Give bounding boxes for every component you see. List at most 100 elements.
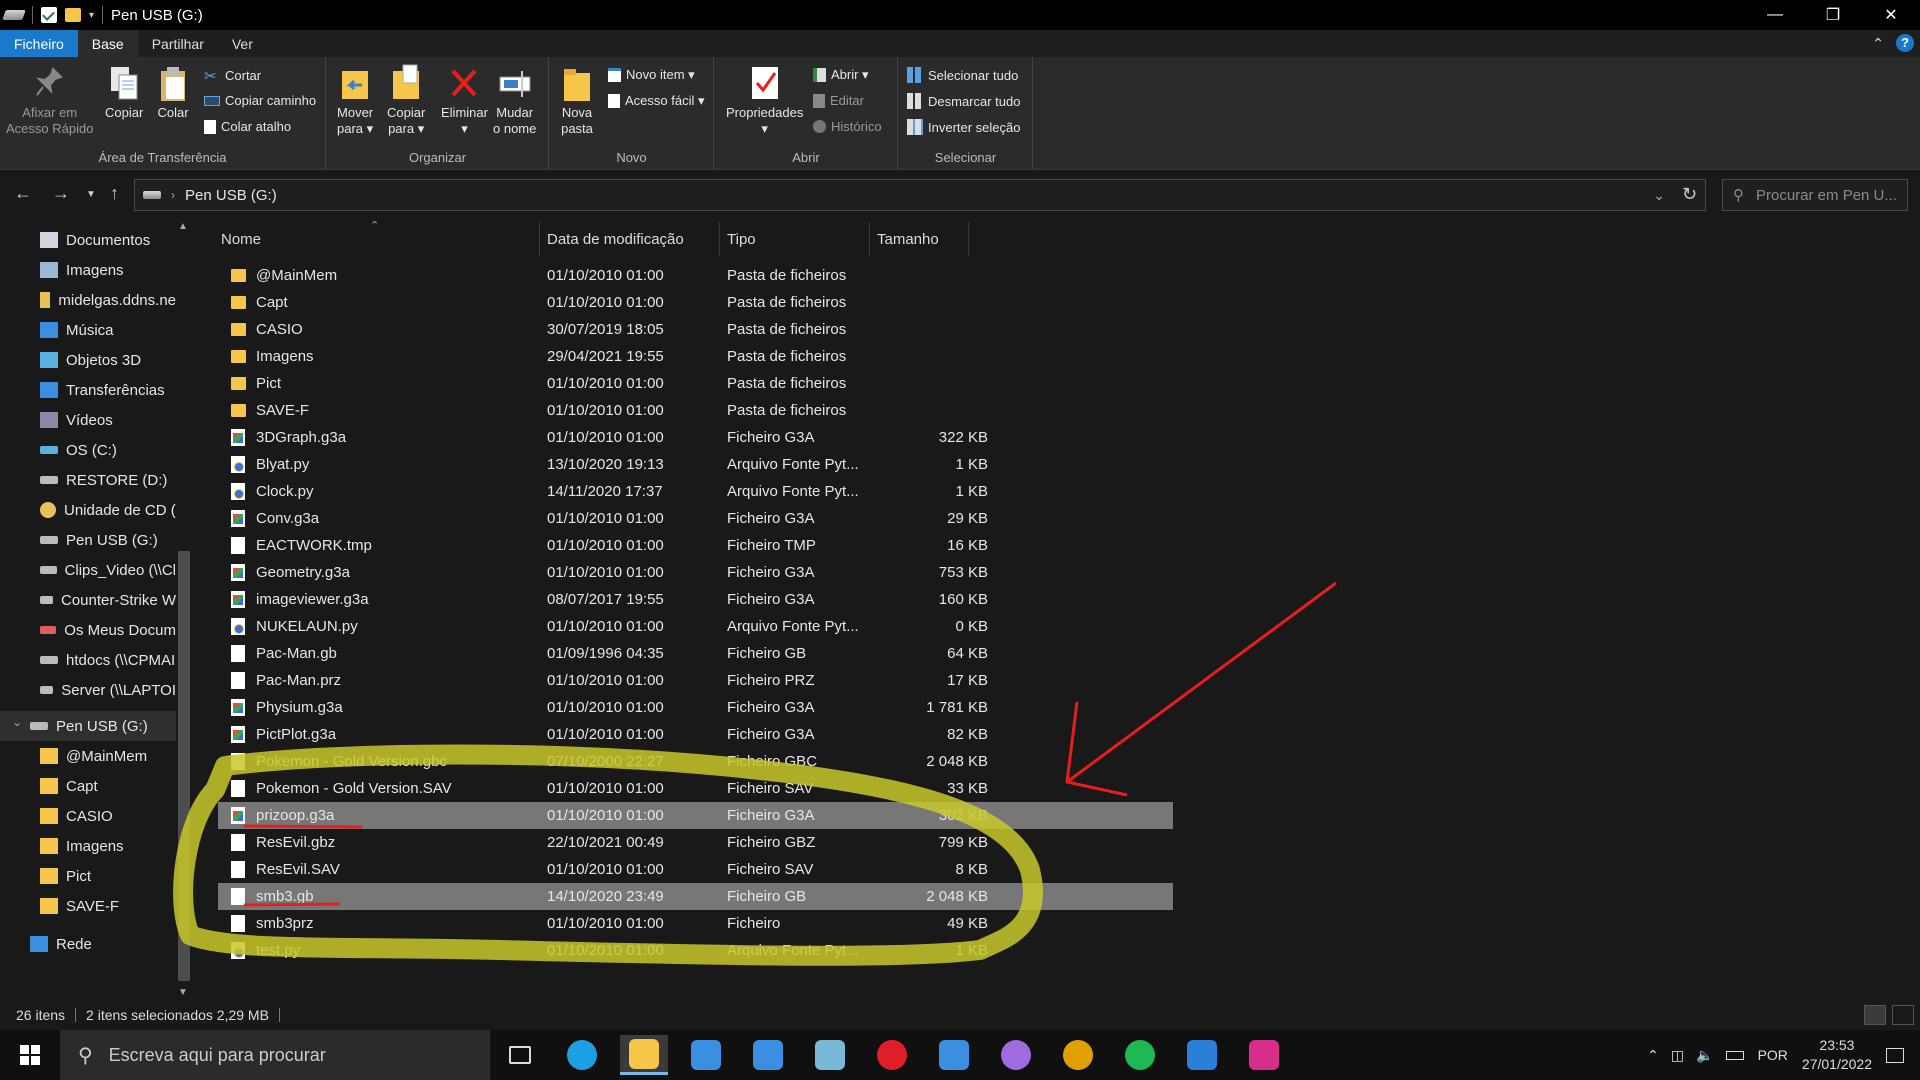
nav-item[interactable]: htdocs (\\CPMAI xyxy=(0,645,176,675)
file-row[interactable]: imageviewer.g3a 08/07/2017 19:55 Ficheiro … xyxy=(218,586,1173,613)
easy-access-button[interactable]: Acesso fácil ▾ xyxy=(608,93,705,109)
nav-item[interactable]: Pen USB (G:) xyxy=(0,525,176,555)
taskbar-app[interactable] xyxy=(930,1035,978,1075)
search-box[interactable]: ⚲ Procurar em Pen U... xyxy=(1722,179,1908,211)
breadcrumb-location[interactable]: Pen USB (G:) xyxy=(185,187,277,204)
language-indicator[interactable]: POR xyxy=(1758,1047,1788,1063)
nav-item[interactable]: OS (C:) xyxy=(0,435,176,465)
file-row[interactable]: Clock.py 14/11/2020 17:37 Arquivo Fonte Py… xyxy=(218,478,1173,505)
file-row[interactable]: ResEvil.SAV 01/10/2010 01:00 Ficheiro SAV 8… xyxy=(218,856,1173,883)
rename-button[interactable]: Mudar o nome xyxy=(493,63,536,137)
navigation-scrollbar[interactable]: ▲ ▼ xyxy=(176,219,192,1000)
details-view-icon[interactable] xyxy=(1864,1005,1886,1025)
battery-icon[interactable] xyxy=(1725,1050,1744,1060)
nav-item[interactable]: Objetos 3D xyxy=(0,345,176,375)
taskbar-app[interactable] xyxy=(1178,1035,1226,1075)
nav-item[interactable]: Transferências xyxy=(0,375,176,405)
customize-toolbar-chevron-icon[interactable]: ▾ xyxy=(89,10,94,21)
new-folder-button[interactable]: Nova pasta xyxy=(560,63,594,137)
new-folder-quick-icon[interactable] xyxy=(65,8,81,22)
delete-button[interactable]: Eliminar ▾ xyxy=(441,63,488,137)
file-row[interactable]: test.py 01/10/2010 01:00 Arquivo Fonte Pyt… xyxy=(218,937,1173,964)
taskbar-app[interactable] xyxy=(868,1035,916,1075)
nav-item[interactable]: Capt xyxy=(0,771,176,801)
file-row[interactable]: @MainMem 01/10/2010 01:00 Pasta de ficheir… xyxy=(218,262,1173,289)
volume-icon[interactable]: 🔈 xyxy=(1696,1047,1713,1064)
nav-item[interactable]: Server (\\LAPTOI xyxy=(0,675,176,705)
help-icon[interactable]: ? xyxy=(1896,34,1914,52)
column-divider[interactable] xyxy=(869,222,870,256)
clock[interactable]: 23:53 27/01/2022 xyxy=(1802,1036,1872,1074)
taskbar-app[interactable] xyxy=(1054,1035,1102,1075)
show-hidden-icons-chevron-icon[interactable]: ⌃ xyxy=(1647,1047,1659,1064)
file-row[interactable]: ResEvil.gbz 22/10/2021 00:49 Ficheiro GBZ 7… xyxy=(218,829,1173,856)
close-button[interactable]: ✕ xyxy=(1862,0,1920,30)
file-row[interactable]: Geometry.g3a 01/10/2010 01:00 Ficheiro G3A… xyxy=(218,559,1173,586)
file-row[interactable]: prizoop.g3a 01/10/2010 01:00 Ficheiro G3A 3… xyxy=(218,802,1173,829)
column-header-date[interactable]: Data de modificação xyxy=(547,219,717,259)
move-to-button[interactable]: Mover para ▾ xyxy=(337,63,373,137)
file-row[interactable]: Conv.g3a 01/10/2010 01:00 Ficheiro G3A 29 K… xyxy=(218,505,1173,532)
open-button[interactable]: Abrir ▾ xyxy=(813,67,869,83)
address-bar[interactable]: › Pen USB (G:) ⌄ xyxy=(134,179,1706,211)
file-row[interactable]: NUKELAUN.py 01/10/2010 01:00 Arquivo Fonte… xyxy=(218,613,1173,640)
minimize-button[interactable]: — xyxy=(1746,0,1804,30)
file-row[interactable]: EACTWORK.tmp 01/10/2010 01:00 Ficheiro TMP… xyxy=(218,532,1173,559)
taskbar-app[interactable] xyxy=(496,1035,544,1075)
nav-item[interactable]: Imagens xyxy=(0,255,176,285)
file-row[interactable]: Pac-Man.prz 01/10/2010 01:00 Ficheiro PRZ 1… xyxy=(218,667,1173,694)
taskbar-search[interactable]: ⚲ Escreva aqui para procurar xyxy=(60,1030,490,1080)
file-row[interactable]: Pict 01/10/2010 01:00 Pasta de ficheiros xyxy=(218,370,1173,397)
nav-item[interactable]: Pict xyxy=(0,861,176,891)
taskbar-app[interactable] xyxy=(558,1035,606,1075)
refresh-icon[interactable]: ↻ xyxy=(1682,184,1697,205)
select-all-button[interactable]: Selecionar tudo xyxy=(907,67,1018,83)
scrollbar-thumb[interactable] xyxy=(178,551,190,981)
history-button[interactable]: Histórico xyxy=(813,119,882,134)
taskbar-app[interactable] xyxy=(1116,1035,1164,1075)
recent-locations-chevron-icon[interactable]: ▼ xyxy=(86,189,96,200)
large-icons-view-icon[interactable] xyxy=(1892,1005,1914,1025)
nav-item[interactable]: Vídeos xyxy=(0,405,176,435)
select-none-button[interactable]: Desmarcar tudo xyxy=(907,93,1020,109)
taskbar-app[interactable] xyxy=(682,1035,730,1075)
nav-item[interactable]: SAVE-F xyxy=(0,891,176,921)
column-header-type[interactable]: Tipo xyxy=(727,219,867,259)
collapse-ribbon-icon[interactable]: ⌃ xyxy=(1872,35,1884,52)
invert-selection-button[interactable]: Inverter seleção xyxy=(907,119,1021,135)
nav-item[interactable]: Clips_Video (\\Cl xyxy=(0,555,176,585)
taskbar-app[interactable] xyxy=(744,1035,792,1075)
file-row[interactable]: Pokemon - Gold Version.SAV 01/10/2010 01:… xyxy=(218,775,1173,802)
forward-arrow-icon[interactable]: → xyxy=(52,183,70,204)
file-row[interactable]: CASIO 30/07/2019 18:05 Pasta de ficheiros xyxy=(218,316,1173,343)
nav-item[interactable]: Unidade de CD ( xyxy=(0,495,176,525)
column-divider[interactable] xyxy=(968,222,969,256)
tab-view[interactable]: Ver xyxy=(218,30,267,57)
back-arrow-icon[interactable]: ← xyxy=(14,183,32,204)
scroll-down-arrow-icon[interactable]: ▼ xyxy=(178,987,188,998)
column-divider[interactable] xyxy=(719,222,720,256)
network-status-icon[interactable]: ◫ xyxy=(1671,1047,1684,1064)
nav-item[interactable]: Rede xyxy=(0,929,176,959)
copy-button[interactable]: Copiar xyxy=(105,63,143,121)
file-row[interactable]: Capt 01/10/2010 01:00 Pasta de ficheiros xyxy=(218,289,1173,316)
copy-to-button[interactable]: Copiar para ▾ xyxy=(387,63,425,137)
nav-item[interactable]: @MainMem xyxy=(0,741,176,771)
tab-home[interactable]: Base xyxy=(77,30,138,57)
nav-item[interactable]: Imagens xyxy=(0,831,176,861)
notifications-icon[interactable] xyxy=(1886,1047,1904,1063)
address-history-chevron-icon[interactable]: ⌄ xyxy=(1653,187,1665,204)
tab-share[interactable]: Partilhar xyxy=(138,30,218,57)
file-row[interactable]: SAVE-F 01/10/2010 01:00 Pasta de ficheiros xyxy=(218,397,1173,424)
column-header-size[interactable]: Tamanho xyxy=(877,219,987,259)
file-row[interactable]: smb3.gb 14/10/2020 23:49 Ficheiro GB 2 048 … xyxy=(218,883,1173,910)
column-header-name[interactable]: Nome xyxy=(221,219,547,259)
taskbar-app[interactable] xyxy=(620,1035,668,1075)
properties-button[interactable]: Propriedades ▾ xyxy=(726,63,803,137)
column-divider[interactable] xyxy=(539,222,540,256)
nav-item[interactable]: Counter-Strike W xyxy=(0,585,176,615)
file-row[interactable]: PictPlot.g3a 01/10/2010 01:00 Ficheiro G3A… xyxy=(218,721,1173,748)
tab-file[interactable]: Ficheiro xyxy=(0,30,78,57)
taskbar-app[interactable] xyxy=(1240,1035,1288,1075)
nav-item[interactable]: CASIO xyxy=(0,801,176,831)
